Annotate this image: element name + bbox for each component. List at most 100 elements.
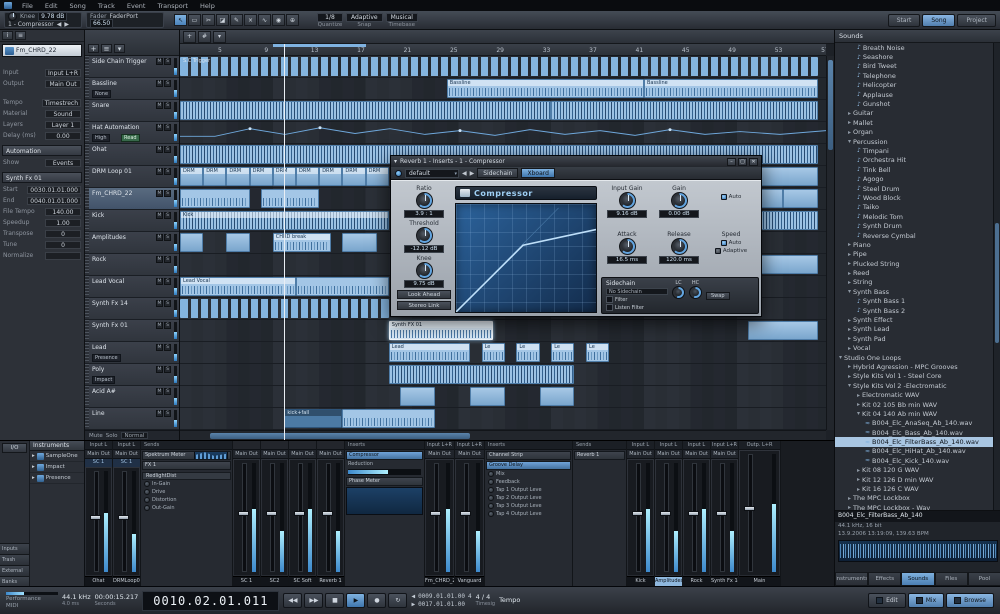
fader-handle[interactable] [744,505,755,511]
secondary-time-display[interactable]: 00:00:15.217 Seconds [95,593,139,608]
tree-item-icon[interactable] [857,476,860,483]
tree-item-icon[interactable] [857,166,861,173]
clip[interactable]: DRM [296,167,320,186]
device-param-row[interactable]: Distortion [141,496,232,504]
clip[interactable]: Bassline [446,79,644,98]
file-waveform-preview[interactable] [838,540,998,562]
instrument-item[interactable]: ▸ SampleOne [30,451,84,462]
channel-input-label[interactable]: Input L+R [711,441,738,450]
ratio-knob[interactable] [415,192,433,209]
browser-tree-item[interactable]: B004_Elc_FilterBass_Ab_140.wav [835,437,994,447]
track-instrument-label[interactable]: Presence [92,354,121,362]
solo-button[interactable]: S [164,388,171,395]
clip[interactable]: DRM [180,167,204,186]
param-knob[interactable] [144,497,150,503]
fader-handle[interactable] [266,510,277,516]
track-name[interactable]: DRM Loop 01 [92,168,132,175]
browser-tree-item[interactable]: Helicopter [835,81,994,90]
browser-tree-item[interactable]: Wood Block [835,193,994,202]
browser-tree-item[interactable]: Kit 12 126 D min WAV [835,475,994,484]
tempo-display[interactable]: Tempo [499,597,520,604]
channel-fader-area[interactable] [628,460,653,575]
browser-tree-item[interactable]: Taiko [835,203,994,212]
tree-item-icon[interactable] [857,213,861,220]
clip[interactable]: kick+fall [284,409,343,428]
console-bank-button[interactable]: Trash [0,554,29,565]
clip[interactable] [342,233,378,252]
channel-fader-area[interactable] [656,460,681,575]
track-header[interactable]: Line M S [85,408,179,430]
channel-fader-area[interactable] [318,460,343,575]
channel-fader-area[interactable] [86,468,111,575]
ratio-control[interactable]: Ratio 3.9 : 1 [395,185,453,218]
hc-control[interactable]: HC [689,280,702,311]
clip[interactable]: Lead [388,343,470,362]
menu-icon[interactable]: ≡ [15,31,26,40]
channel-fader-area[interactable] [740,451,779,575]
browser-tree-item[interactable]: B004_Elc_HiHat_Ab_140.wav [835,447,994,456]
tree-item-icon[interactable] [848,345,851,352]
tree-item-icon[interactable] [848,279,851,286]
channel-input-label[interactable]: Input L [627,441,654,450]
io-button[interactable]: I/O [2,443,27,453]
param-knob[interactable] [488,503,494,509]
channel-input-label[interactable]: Input L [683,441,710,450]
tree-item-icon[interactable] [848,241,851,248]
channel-fader-area[interactable] [262,460,287,575]
fader-handle[interactable] [238,510,249,516]
tool-button[interactable]: ◉ [272,14,285,26]
page-nav-button[interactable]: Song [922,13,956,27]
clip[interactable] [783,189,818,208]
clip[interactable]: Synth FX 01 [388,321,494,340]
param-knob[interactable] [488,487,494,493]
channel-name[interactable]: SC Soft [289,576,316,586]
fader-handle[interactable] [632,510,643,516]
channel-output-label[interactable]: Main Out [627,450,654,459]
channel-output-label[interactable]: Outp. L+R [739,441,780,450]
track-name[interactable]: Amplitudes [92,234,126,241]
channel-input-label[interactable]: Input L [85,441,112,450]
next-preset-icon[interactable]: ▶ [470,170,475,177]
param-knob[interactable] [144,481,150,487]
device-param-row[interactable]: Drive [141,488,232,496]
row-value[interactable]: 0 [45,229,81,238]
tree-item-icon[interactable] [848,119,851,126]
main-time-display[interactable]: 0010.02.01.011 [142,590,280,611]
track-drag-handle[interactable] [85,166,89,187]
mute-button[interactable]: M [156,322,163,329]
track-drag-handle[interactable] [85,408,89,429]
tree-item-icon[interactable] [865,429,870,436]
device-title[interactable]: RedlightDist [142,472,231,480]
clip[interactable]: DRM [365,167,389,186]
instrument-item[interactable]: ▸ Impact [30,462,84,473]
arrange-lane[interactable]: Bassline Bassline [180,78,826,100]
macro-knob-icon[interactable] [8,12,17,21]
mute-button[interactable]: M [156,388,163,395]
attack-value[interactable]: 16.5 ms [607,256,647,264]
browser-tab[interactable]: Effects [868,572,902,586]
mixer-channel[interactable]: Input L Main Out SC 1 Ohat [85,441,113,586]
track-size-mode[interactable]: Normal [120,432,149,439]
row-value[interactable]: Layer 1 [45,120,81,129]
tree-item-icon[interactable] [857,401,860,408]
fader-handle[interactable] [460,510,471,516]
tree-item-icon[interactable] [848,288,851,295]
instrument-item[interactable]: ▸ Presence [30,473,84,484]
view-toggle-button[interactable]: Mix [907,593,945,608]
tree-item-icon[interactable] [857,82,861,89]
horizontal-scrollbar[interactable] [180,430,826,440]
row-value[interactable]: 0 [45,240,81,249]
transport-button[interactable]: ▶▶ [304,593,324,608]
browser-tree-item[interactable]: Melodic Tom [835,212,994,221]
clip[interactable] [388,365,575,384]
channel-output-label[interactable]: Main Out [317,450,344,459]
track-header[interactable]: Lead Presence M S [85,342,179,364]
track-instrument-label[interactable]: None [92,90,112,98]
track-name[interactable]: Fm_CHRD_22 [92,190,132,197]
mute-button[interactable]: M [156,168,163,175]
tree-item-icon[interactable] [857,307,861,314]
menu-item[interactable]: File [16,2,39,10]
mute-button[interactable]: M [156,410,163,417]
channel-input-label[interactable] [317,441,344,450]
channel-input-label[interactable]: Input L [113,441,140,450]
